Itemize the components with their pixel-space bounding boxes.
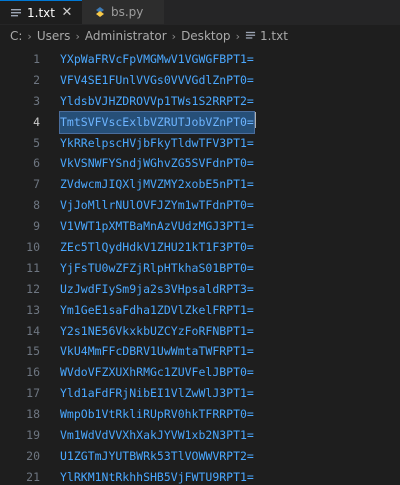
editor-line[interactable]: 19 Vm1WdVdVVXhXakJYVW1xb2N3PT1= xyxy=(0,425,400,446)
line-number: 10 xyxy=(26,240,40,255)
line-number: 15 xyxy=(26,344,40,359)
chevron-right-icon: › xyxy=(235,29,240,43)
line-text[interactable]: UzJwdFIySm9ja2s3VHpsaldRPT3= xyxy=(60,279,254,300)
line-number: 17 xyxy=(26,386,40,401)
line-text[interactable]: YkRRelpscHVjbFkyTldwTFV3PT1= xyxy=(60,133,254,154)
line-number: 9 xyxy=(33,219,40,234)
chevron-right-icon: › xyxy=(171,29,177,43)
editor-line[interactable]: 21 YlRKM1NtRkhhSHB5VjFWTU9RPT1= xyxy=(0,467,400,485)
line-number: 1 xyxy=(33,52,40,66)
tab-bs-py[interactable]: bs.py xyxy=(82,0,164,24)
line-text[interactable]: VkU4MmFFcDBRV1UwWmtaTWFRPT1= xyxy=(60,341,254,362)
editor-line[interactable]: 7 ZVdwcmJIQXljMVZMY2xobE5nPT1= xyxy=(0,174,400,195)
line-text[interactable]: V1VWT1pXMTBaMnAzVUdzMGJ3PT1= xyxy=(60,216,254,237)
line-text[interactable]: VjJoMllrNUlOVFJZYm1wTFdnPT0= xyxy=(60,195,254,216)
line-text[interactable]: Y2s1NE56VkxkbUZCYzFoRFNBPT1= xyxy=(60,321,254,342)
breadcrumb-file-label: 1.txt xyxy=(259,29,288,43)
editor-line[interactable]: 5 YkRRelpscHVjbFkyTldwTFV3PT1= xyxy=(0,133,400,154)
line-text[interactable]: Vm1WdVdVVXhXakJYVW1xb2N3PT1= xyxy=(60,425,254,446)
breadcrumb: C: › Users › Administrator › Desktop › 1… xyxy=(0,25,400,47)
breadcrumb-item[interactable]: C: xyxy=(10,29,22,43)
line-number: 16 xyxy=(26,365,40,380)
line-text[interactable]: U1ZGTmJYUTBWRk53TlVOWWVRPT2= xyxy=(60,446,254,467)
breadcrumb-item[interactable]: Administrator xyxy=(85,29,167,43)
line-text[interactable]: WmpOb1VtRkliRUpRV0hkTFRRPT0= xyxy=(60,404,254,425)
tab-label: 1.txt xyxy=(27,5,55,20)
python-icon xyxy=(96,7,104,17)
line-text[interactable]: TmtSVFVscExlbVZRUTJobVZnPT0= xyxy=(59,110,255,134)
line-number: 19 xyxy=(26,428,40,443)
editor-line[interactable]: 14 Y2s1NE56VkxkbUZCYzFoRFNBPT1= xyxy=(0,321,400,342)
line-text[interactable]: ZVdwcmJIQXljMVZMY2xobE5nPT1= xyxy=(60,174,254,195)
line-number: 14 xyxy=(26,323,40,338)
line-number: 3 xyxy=(33,93,40,108)
editor-line[interactable]: 17 Yld1aFdFRjNibEI1VlZwWlJ3PT1= xyxy=(0,383,400,404)
line-text[interactable]: YXpWaFRVcFpVMGMwV1VGWGFBPT1= xyxy=(60,49,254,70)
tab-label: bs.py xyxy=(111,5,144,19)
editor-line[interactable]: 10 ZEc5TlQydHdkV1ZHU21kT1F3PT0= xyxy=(0,237,400,258)
editor-line[interactable]: 11 YjFsTU0wZFZjRlpHTkhaS01BPT0= xyxy=(0,258,400,279)
chevron-right-icon: › xyxy=(27,29,32,43)
editor-line[interactable]: 13 Ym1GeE1saFdha1ZDVlZkelFRPT1= xyxy=(0,300,400,321)
close-icon[interactable]: ✕ xyxy=(60,6,74,20)
editor-line[interactable]: 20 U1ZGTmJYUTBWRk53TlVOWWVRPT2= xyxy=(0,446,400,467)
editor-line[interactable]: 15 VkU4MmFFcDBRV1UwWmtaTWFRPT1= xyxy=(0,341,400,362)
line-number: 13 xyxy=(26,302,40,317)
line-number: 2 xyxy=(33,72,40,87)
breadcrumb-item-file[interactable]: 1.txt xyxy=(245,29,288,43)
editor-line[interactable]: 3 YldsbVJHZDROVVp1TWs1S2RRPT2= xyxy=(0,91,400,112)
editor-line[interactable]: 16 WVdoVFZXUXhRMGc1ZUVFelJBPT0= xyxy=(0,362,400,383)
breadcrumb-item[interactable]: Users xyxy=(37,29,71,43)
editor-line[interactable]: 2 VFV4SE1FUnlVVGs0VVVGdlZnPT0= xyxy=(0,70,400,91)
tab-1-txt[interactable]: 1.txt ✕ xyxy=(0,0,82,24)
line-number: 6 xyxy=(33,156,40,171)
line-number: 7 xyxy=(33,177,40,192)
line-number: 4 xyxy=(33,114,40,129)
editor-line[interactable]: 18 WmpOb1VtRkliRUpRV0hkTFRRPT0= xyxy=(0,404,400,425)
line-text[interactable]: YldsbVJHZDROVVp1TWs1S2RRPT2= xyxy=(60,91,254,112)
text-cursor xyxy=(254,111,256,128)
text-file-icon xyxy=(245,31,256,39)
editor-line[interactable]: 4 TmtSVFVscExlbVZRUTJobVZnPT0= xyxy=(0,110,400,134)
text-editor[interactable]: 1 YXpWaFRVcFpVMGMwV1VGWGFBPT1= 2 VFV4SE1FUn… xyxy=(0,47,400,485)
text-file-icon xyxy=(11,8,21,16)
line-text[interactable]: Ym1GeE1saFdha1ZDVlZkelFRPT1= xyxy=(60,300,254,321)
breadcrumb-item[interactable]: Desktop xyxy=(181,29,231,43)
line-number: 18 xyxy=(26,407,40,422)
line-text[interactable]: YjFsTU0wZFZjRlpHTkhaS01BPT0= xyxy=(60,258,254,279)
editor-line[interactable]: 8 VjJoMllrNUlOVFJZYm1wTFdnPT0= xyxy=(0,195,400,216)
editor-line[interactable]: 9 V1VWT1pXMTBaMnAzVUdzMGJ3PT1= xyxy=(0,216,400,237)
line-text[interactable]: Yld1aFdFRjNibEI1VlZwWlJ3PT1= xyxy=(60,383,254,404)
line-number: 12 xyxy=(26,281,40,296)
line-number: 5 xyxy=(33,135,40,150)
tab-bar-filler xyxy=(164,0,400,24)
line-number: 21 xyxy=(26,469,40,484)
line-number: 8 xyxy=(33,198,40,213)
line-text[interactable]: WVdoVFZXUXhRMGc1ZUVFelJBPT0= xyxy=(60,362,254,383)
line-text[interactable]: YlRKM1NtRkhhSHB5VjFWTU9RPT1= xyxy=(60,467,254,485)
line-text[interactable]: VkVSNWFYSndjWGhvZG5SVFdnPT0= xyxy=(60,153,254,174)
line-text[interactable]: VFV4SE1FUnlVVGs0VVVGdlZnPT0= xyxy=(60,70,254,91)
line-number: 11 xyxy=(26,260,40,275)
editor-line[interactable]: 12 UzJwdFIySm9ja2s3VHpsaldRPT3= xyxy=(0,279,400,300)
tab-bar: 1.txt ✕ bs.py xyxy=(0,0,400,25)
line-number: 20 xyxy=(26,448,40,463)
chevron-right-icon: › xyxy=(75,29,80,43)
editor-window: 1.txt ✕ bs.py C: › Users › Administrator… xyxy=(0,0,400,485)
editor-line[interactable]: 6 VkVSNWFYSndjWGhvZG5SVFdnPT0= xyxy=(0,153,400,174)
editor-line[interactable]: 1 YXpWaFRVcFpVMGMwV1VGWGFBPT1= xyxy=(0,49,400,70)
line-text[interactable]: ZEc5TlQydHdkV1ZHU21kT1F3PT0= xyxy=(60,237,254,258)
